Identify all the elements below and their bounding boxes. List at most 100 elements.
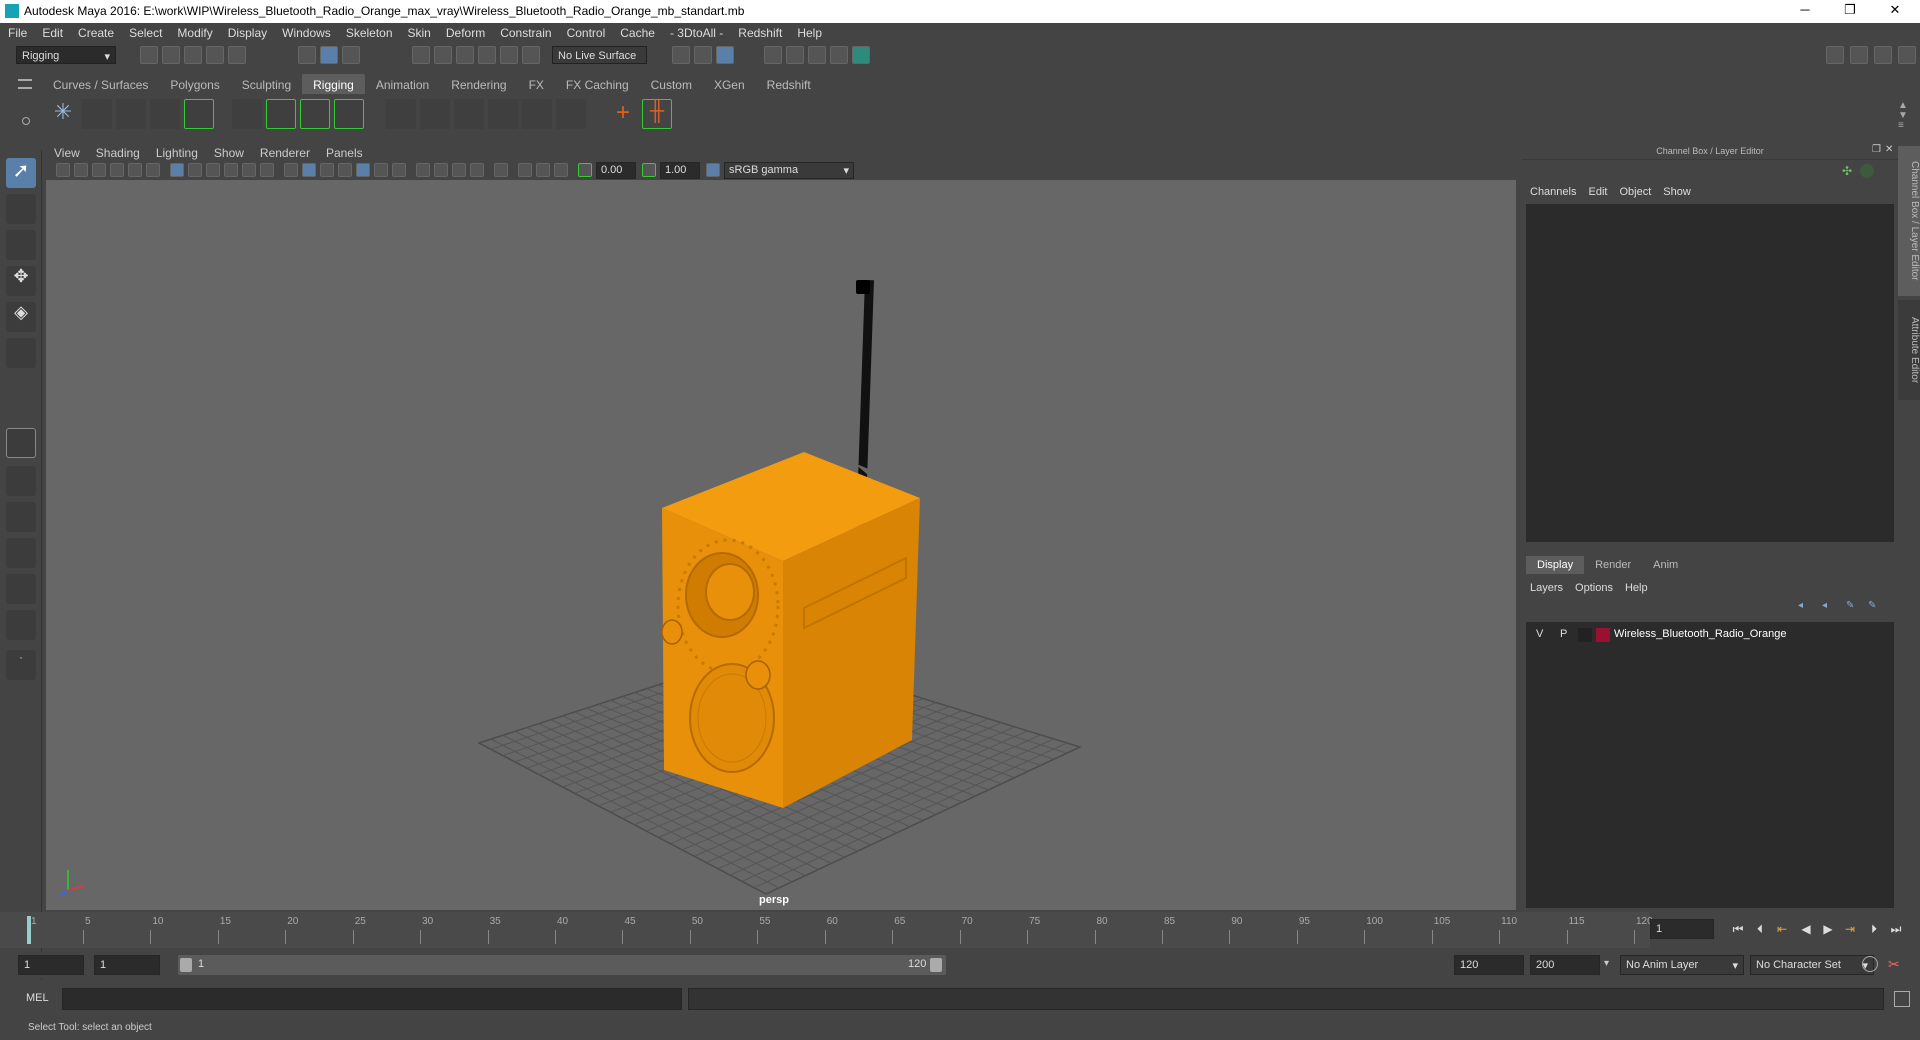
shelf-tab-polygons[interactable]: Polygons [159, 74, 230, 94]
shelf-tab-curves-surfaces[interactable]: Curves / Surfaces [42, 74, 159, 94]
select-tool-icon[interactable]: ➚ [6, 158, 36, 188]
snap-point-icon[interactable] [456, 46, 474, 64]
anti-aliasing-icon[interactable] [452, 163, 466, 177]
menu-item-windows[interactable]: Windows [274, 23, 338, 40]
safe-action-icon[interactable] [260, 163, 274, 177]
chevron-down-icon[interactable]: ▾ [1604, 958, 1609, 969]
open-scene-icon[interactable] [162, 46, 180, 64]
shelf-tab-custom[interactable]: Custom [640, 74, 703, 94]
animation-prefs-icon[interactable]: ✂ [1888, 956, 1904, 972]
go-to-end-icon[interactable]: ⏭ [1888, 922, 1904, 938]
range-slider[interactable]: 1 120 [178, 955, 946, 975]
bind-skin-icon[interactable] [232, 99, 262, 129]
output-ops-icon[interactable] [694, 46, 712, 64]
layer-visibility-toggle[interactable]: V [1536, 628, 1543, 640]
pole-vector-icon[interactable]: ╫ [642, 99, 672, 129]
shelf-tab-sculpting[interactable]: Sculpting [231, 74, 302, 94]
render-settings-icon[interactable] [808, 46, 826, 64]
current-time-marker[interactable] [27, 916, 31, 944]
channelbox-menu-edit[interactable]: Edit [1584, 186, 1615, 198]
layer-display-type[interactable] [1578, 628, 1592, 642]
menu-item-skeleton[interactable]: Skeleton [338, 23, 400, 40]
scene-start-field[interactable]: 1 [18, 955, 84, 975]
menu-item-deform[interactable]: Deform [438, 23, 492, 40]
toggle-channelbox-icon[interactable] [1850, 46, 1868, 64]
xray-active-icon[interactable] [536, 163, 550, 177]
smooth-bind-icon[interactable] [266, 99, 296, 129]
paint-weights-icon[interactable] [386, 99, 416, 129]
play-backwards-icon[interactable]: ◀ [1798, 922, 1814, 938]
smooth-shade-icon[interactable] [302, 163, 316, 177]
ik-handle-icon[interactable] [82, 99, 112, 129]
default-material-icon[interactable] [320, 163, 334, 177]
move-layer-down-icon[interactable]: ◂ [1822, 600, 1834, 612]
point-constraint-icon[interactable] [420, 99, 450, 129]
construction-history-icon[interactable] [716, 46, 734, 64]
grid-toggle-icon[interactable] [170, 163, 184, 177]
go-to-start-icon[interactable]: ⏮ [1730, 922, 1746, 938]
snap-view-icon[interactable] [478, 46, 496, 64]
snap-curve-icon[interactable] [434, 46, 452, 64]
menu-item-create[interactable]: Create [70, 23, 121, 40]
hypershade-icon[interactable] [830, 46, 848, 64]
scene-end-field[interactable]: 200 [1530, 955, 1600, 975]
step-back-key-icon[interactable]: ⇤ [1774, 922, 1790, 938]
layer-row[interactable]: V P Wireless_Bluetooth_Radio_Orange [1530, 626, 1890, 644]
time-slider[interactable]: 1 5 10 15 20 25 30 35 40 45 50 55 60 65 70 75 80 85 90 95 10… [0, 912, 1920, 948]
step-forward-key-icon[interactable]: ⇥ [1842, 922, 1858, 938]
aim-constraint-icon[interactable] [454, 99, 484, 129]
cluster-icon[interactable] [334, 99, 364, 129]
graph-editor-layout-icon[interactable] [6, 574, 36, 604]
step-back-frame-icon[interactable]: ⏴ [1752, 922, 1768, 938]
menu-item-help[interactable]: Help [789, 23, 829, 40]
current-frame-field[interactable]: 1 [1650, 919, 1714, 939]
script-editor-icon[interactable] [1894, 991, 1910, 1007]
shelf-tab-redshift[interactable]: Redshift [756, 74, 822, 94]
camera-attributes-icon[interactable] [74, 163, 88, 177]
viewport-menu-shading[interactable]: Shading [88, 144, 148, 160]
layer-tab-display[interactable]: Display [1526, 556, 1585, 574]
scale-tool-icon[interactable] [6, 338, 36, 368]
layer-menu-layers[interactable]: Layers [1526, 582, 1571, 594]
select-object-icon[interactable] [320, 46, 338, 64]
ipr-render-icon[interactable] [786, 46, 804, 64]
redo-icon[interactable] [228, 46, 246, 64]
menu-item-edit[interactable]: Edit [34, 23, 70, 40]
bookmark-icon[interactable] [92, 163, 106, 177]
play-forwards-icon[interactable]: ▶ [1820, 922, 1836, 938]
scale-constraint-icon[interactable] [522, 99, 552, 129]
insert-joint-icon[interactable] [150, 99, 180, 129]
menu-item-file[interactable]: File [0, 23, 34, 40]
grease-pencil-icon[interactable] [146, 163, 160, 177]
input-ops-icon[interactable] [672, 46, 690, 64]
shelf-tab-fx[interactable]: FX [518, 74, 555, 94]
use-all-lights-icon[interactable] [374, 163, 388, 177]
range-end-handle[interactable] [930, 958, 942, 972]
channel-mode-icon[interactable] [1860, 164, 1874, 178]
menu-item-control[interactable]: Control [559, 23, 613, 40]
gamma-field[interactable]: 1.00 [660, 162, 700, 179]
toggle-tool-settings-icon[interactable] [1898, 46, 1916, 64]
layer-menu-help[interactable]: Help [1621, 582, 1656, 594]
film-gate-icon[interactable] [188, 163, 202, 177]
playback-start-field[interactable]: 1 [94, 955, 160, 975]
color-management-icon[interactable] [706, 163, 720, 177]
layer-tab-render[interactable]: Render [1584, 556, 1642, 574]
layout-options-icon[interactable]: · [6, 650, 36, 680]
save-scene-icon[interactable] [184, 46, 202, 64]
screen-space-ao-icon[interactable] [416, 163, 430, 177]
motion-blur-icon[interactable] [434, 163, 448, 177]
select-hierarchy-icon[interactable] [298, 46, 316, 64]
auto-key-icon[interactable] [1862, 956, 1878, 972]
live-surface-field[interactable]: No Live Surface [552, 46, 647, 64]
channelbox-side-tab[interactable]: Channel Box / Layer Editor [1898, 146, 1920, 296]
attribute-editor-side-tab[interactable]: Attribute Editor [1898, 300, 1920, 400]
menu-item-display[interactable]: Display [220, 23, 274, 40]
lattice-icon[interactable] [300, 99, 330, 129]
single-perspective-layout-icon[interactable] [6, 428, 36, 458]
exposure-icon[interactable] [578, 163, 592, 177]
ik-spline-icon[interactable] [116, 99, 146, 129]
shelf-tab-rendering[interactable]: Rendering [440, 74, 517, 94]
float-panel-icon[interactable]: ❐ [1872, 144, 1881, 155]
snap-edge-icon[interactable] [522, 46, 540, 64]
